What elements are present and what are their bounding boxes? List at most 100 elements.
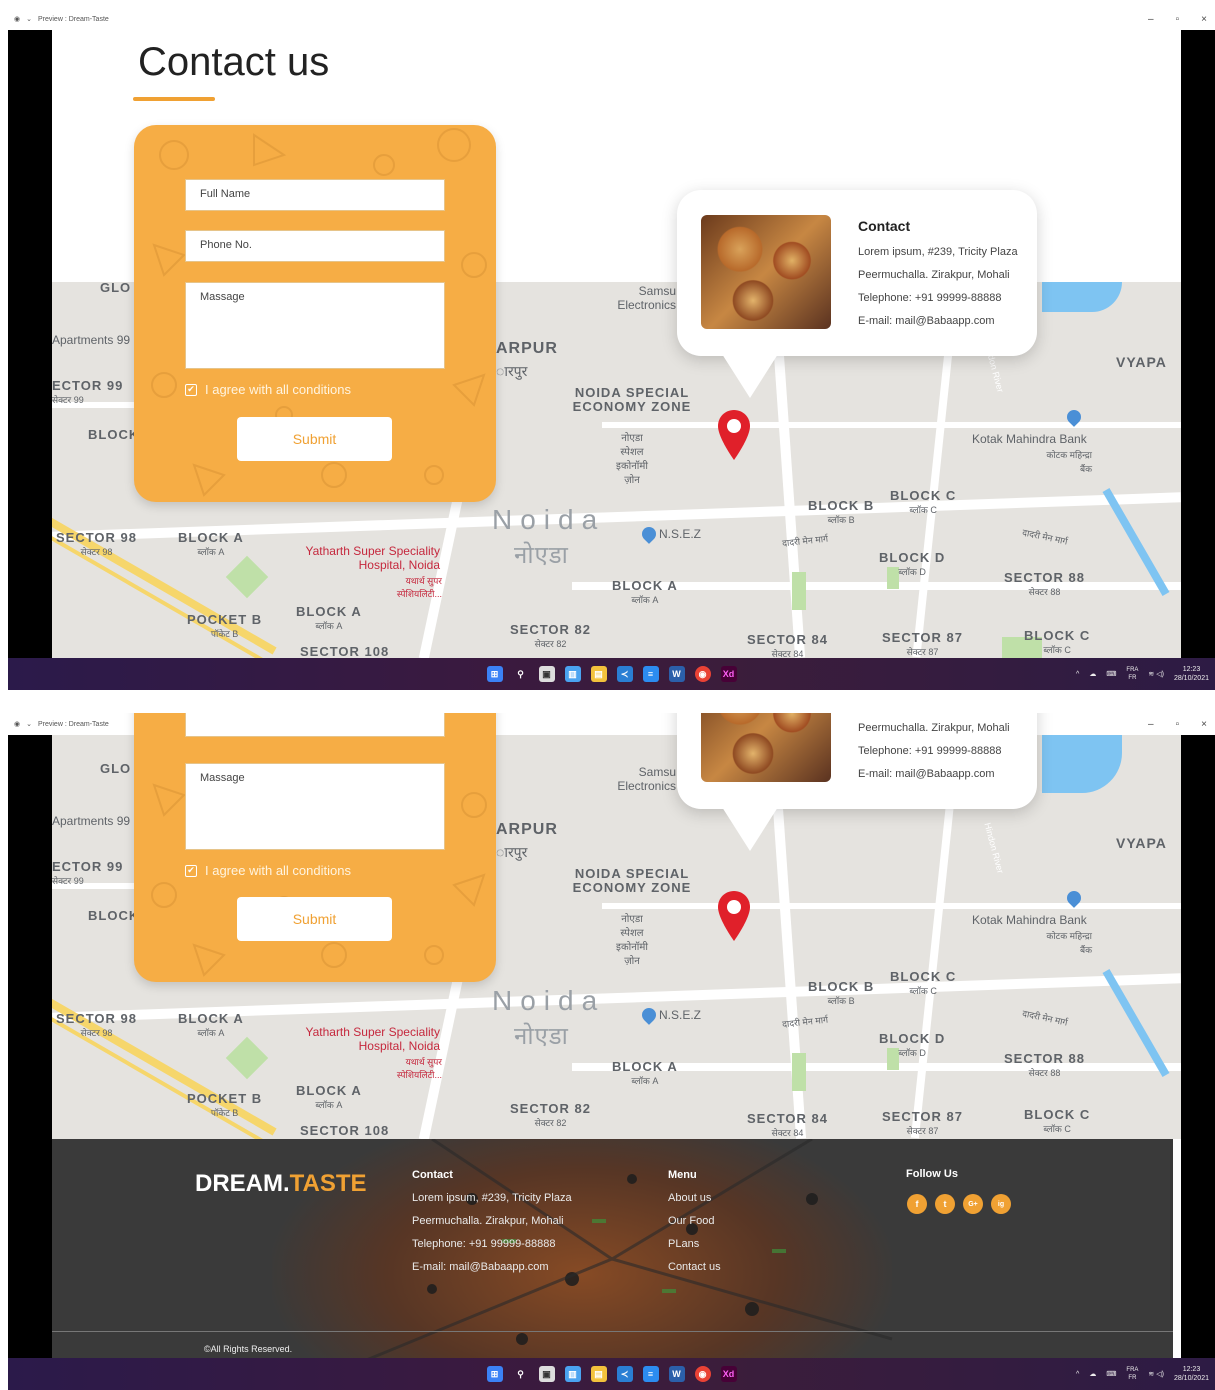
footer-menu-our-food[interactable]: Our Food: [668, 1215, 714, 1227]
word-icon-2[interactable]: W: [668, 1366, 685, 1382]
contact-form-2: Massage ✔ I agree with all conditions Su…: [134, 713, 496, 982]
map-label-noida-hi: नोएडा: [514, 542, 569, 569]
maximize-button[interactable]: ▫: [1176, 14, 1180, 25]
chevron-down-icon[interactable]: ⌄: [26, 15, 32, 23]
app-icon-2: ◉: [14, 721, 21, 728]
file-explorer-icon-2[interactable]: ▤: [590, 1366, 607, 1382]
map-label-block-c-2: BLOCK C ब्लॉक C: [1024, 628, 1091, 655]
window-title: Preview : Dream-Taste: [37, 15, 109, 23]
word-icon[interactable]: W: [668, 666, 685, 682]
map2-label-nsez-zone: NOIDA SPECIAL ECONOMY ZONE: [572, 866, 692, 895]
vscode-icon[interactable]: ≺: [616, 666, 633, 682]
keyboard-icon-2[interactable]: ⌨: [1106, 1370, 1116, 1378]
map2-poi-samsung[interactable]: Samsu Electronics: [610, 765, 676, 793]
map2-label-sector98: SECTOR 98 सेक्टर 98: [56, 1011, 138, 1038]
checkbox-check-icon-2[interactable]: ✔: [185, 864, 197, 877]
onedrive-icon[interactable]: ☁: [1089, 670, 1096, 678]
checkbox-check-icon[interactable]: ✔: [185, 383, 197, 396]
adobe-xd-icon[interactable]: Xd: [720, 666, 737, 682]
popup2-email: E-mail: mail@Babaapp.com: [858, 768, 995, 780]
widgets-icon[interactable]: ▥: [564, 666, 581, 682]
map-poi-samsung[interactable]: Samsu Electronics: [610, 284, 676, 312]
map-label-sector88: SECTOR 88 सेक्टर 88: [1004, 570, 1086, 597]
submit-button[interactable]: Submit: [237, 417, 392, 461]
map2-poi-pin-icon: [639, 1005, 659, 1025]
chevron-down-icon-2[interactable]: ⌄: [26, 720, 32, 728]
popup-telephone: Telephone: +91 99999-88888: [858, 292, 1002, 304]
search-icon[interactable]: ⚲: [513, 666, 529, 682]
wifi-volume-icon-2[interactable]: ≋ ◁): [1148, 1370, 1164, 1378]
message-textarea-2[interactable]: Massage: [185, 763, 445, 850]
map2-poi-bank[interactable]: Kotak Mahindra Bank: [972, 913, 1087, 927]
letterbox-left: [8, 30, 52, 658]
chrome-icon-2[interactable]: ◉: [694, 1366, 711, 1382]
minimize-button-2[interactable]: –: [1148, 719, 1154, 730]
notepad-icon-2[interactable]: ≡: [642, 1366, 659, 1382]
agree-checkbox-row-2[interactable]: ✔ I agree with all conditions: [185, 863, 351, 878]
phone-input-2[interactable]: [185, 713, 445, 737]
footer-menu-plans[interactable]: PLans: [668, 1238, 699, 1250]
contact-info-popup: Contact Lorem ipsum, #239, Tricity Plaza…: [677, 190, 1037, 398]
map-label-block: BLOCK: [88, 427, 140, 442]
map2-poi-hospital[interactable]: Yatharth Super Speciality Hospital, Noid…: [300, 1025, 440, 1053]
map-label-nsez-zone-hi: नोएडा स्पेशल इकोनॉमी ज़ोन: [616, 433, 648, 486]
windows-start-icon-2[interactable]: ⊞: [486, 1366, 503, 1382]
close-button[interactable]: ×: [1201, 14, 1207, 25]
twitter-icon[interactable]: t: [935, 1194, 955, 1214]
language-indicator-2[interactable]: FRA FR: [1126, 1366, 1138, 1382]
maximize-button-2[interactable]: ▫: [1176, 719, 1180, 730]
title-underline: [133, 97, 215, 101]
full-name-input[interactable]: Full Name: [185, 179, 445, 211]
language-indicator[interactable]: FRA FR: [1126, 666, 1138, 682]
google-plus-icon[interactable]: G+: [963, 1194, 983, 1214]
wifi-volume-icon[interactable]: ≋ ◁): [1148, 670, 1164, 678]
task-view-icon-2[interactable]: ▣: [538, 1366, 555, 1382]
map2-poi-nsez[interactable]: N.S.E.Z: [659, 1008, 701, 1022]
map-poi-hospital[interactable]: Yatharth Super Speciality Hospital, Noid…: [300, 544, 440, 572]
map2-label-arpur: ARPUR: [496, 821, 558, 838]
facebook-icon[interactable]: f: [907, 1194, 927, 1214]
onedrive-icon-2[interactable]: ☁: [1089, 1370, 1096, 1378]
footer-logo[interactable]: DREAM.TASTE: [195, 1170, 367, 1198]
tray-chevron-up-icon[interactable]: ^: [1076, 671, 1079, 678]
close-button-2[interactable]: ×: [1201, 719, 1207, 730]
location-pin-icon-2[interactable]: [718, 891, 750, 941]
search-icon-2[interactable]: ⚲: [513, 1366, 529, 1382]
map2-label-sector87: SECTOR 87 सेक्टर 87: [882, 1109, 964, 1136]
location-pin-icon[interactable]: [718, 410, 750, 460]
minimize-button[interactable]: –: [1148, 14, 1154, 25]
footer-menu-contact[interactable]: Contact us: [668, 1261, 721, 1273]
clock[interactable]: 12:23 28/10/2021: [1174, 665, 1209, 683]
agree-checkbox-row[interactable]: ✔ I agree with all conditions: [185, 382, 351, 397]
phone-input[interactable]: Phone No.: [185, 230, 445, 262]
map2-poi-bank-hi: कोटक महिन्द्रा बैंक: [1046, 931, 1092, 955]
popup-tail: [722, 354, 778, 398]
task-view-icon[interactable]: ▣: [538, 666, 555, 682]
chrome-icon[interactable]: ◉: [694, 666, 711, 682]
page-title: Contact us: [138, 40, 330, 84]
footer-follow-title: Follow Us: [906, 1168, 958, 1180]
message-textarea[interactable]: Massage: [185, 282, 445, 369]
widgets-icon-2[interactable]: ▥: [564, 1366, 581, 1382]
map-label-pocket-b: POCKET B पॉकेट B: [187, 612, 263, 639]
map-poi-nsez[interactable]: N.S.E.Z: [659, 527, 701, 541]
map-label-glo: GLO: [100, 282, 132, 295]
footer-menu-about[interactable]: About us: [668, 1192, 711, 1204]
app-icon: ◉: [14, 16, 21, 23]
instagram-icon[interactable]: ig: [991, 1194, 1011, 1214]
notepad-icon[interactable]: ≡: [642, 666, 659, 682]
tray-chevron-up-icon-2[interactable]: ^: [1076, 1371, 1079, 1378]
submit-button-2[interactable]: Submit: [237, 897, 392, 941]
map2-label-nsez-zone-hi: नोएडा स्पेशल इकोनॉमी ज़ोन: [616, 914, 648, 967]
vscode-icon-2[interactable]: ≺: [616, 1366, 633, 1382]
clock-2[interactable]: 12:23 28/10/2021: [1174, 1365, 1209, 1383]
map-poi-bank[interactable]: Kotak Mahindra Bank: [972, 432, 1087, 446]
file-explorer-icon[interactable]: ▤: [590, 666, 607, 682]
map2-label-sector88: SECTOR 88 सेक्टर 88: [1004, 1051, 1086, 1078]
map2-label-noida: Noida: [492, 985, 606, 1016]
map2-label-block-a: BLOCK A ब्लॉक A: [178, 1011, 244, 1038]
adobe-xd-icon-2[interactable]: Xd: [720, 1366, 737, 1382]
footer-contact-line-1: Lorem ipsum, #239, Tricity Plaza: [412, 1192, 572, 1204]
keyboard-icon[interactable]: ⌨: [1106, 670, 1116, 678]
windows-start-icon[interactable]: ⊞: [486, 666, 503, 682]
